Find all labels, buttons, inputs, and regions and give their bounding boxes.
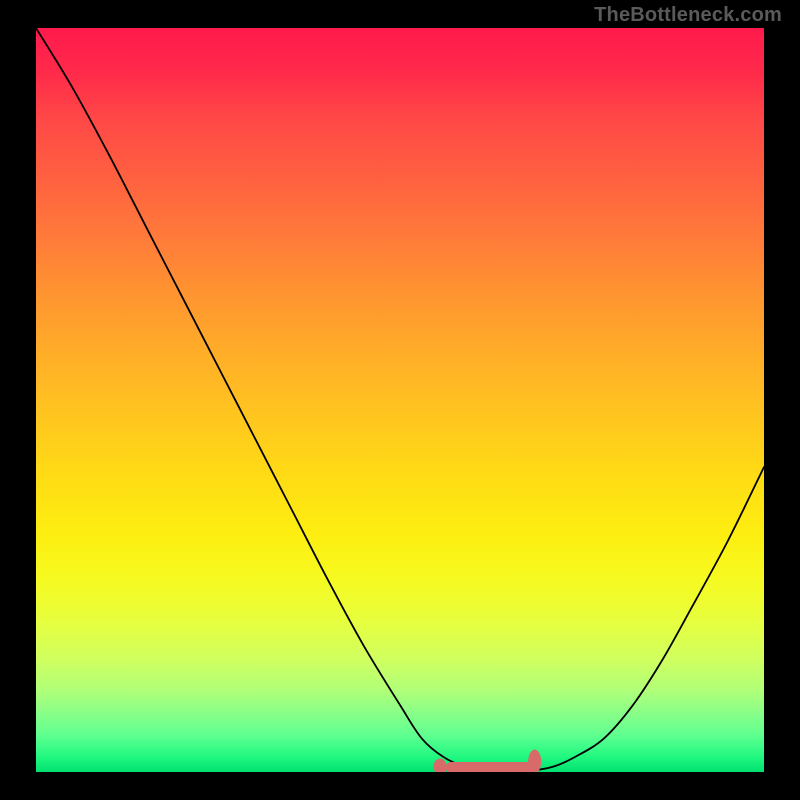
chart-plot-area bbox=[36, 28, 764, 772]
attribution-text: TheBottleneck.com bbox=[594, 4, 782, 27]
bottleneck-curve-line bbox=[36, 28, 764, 771]
chart-svg bbox=[36, 28, 764, 772]
